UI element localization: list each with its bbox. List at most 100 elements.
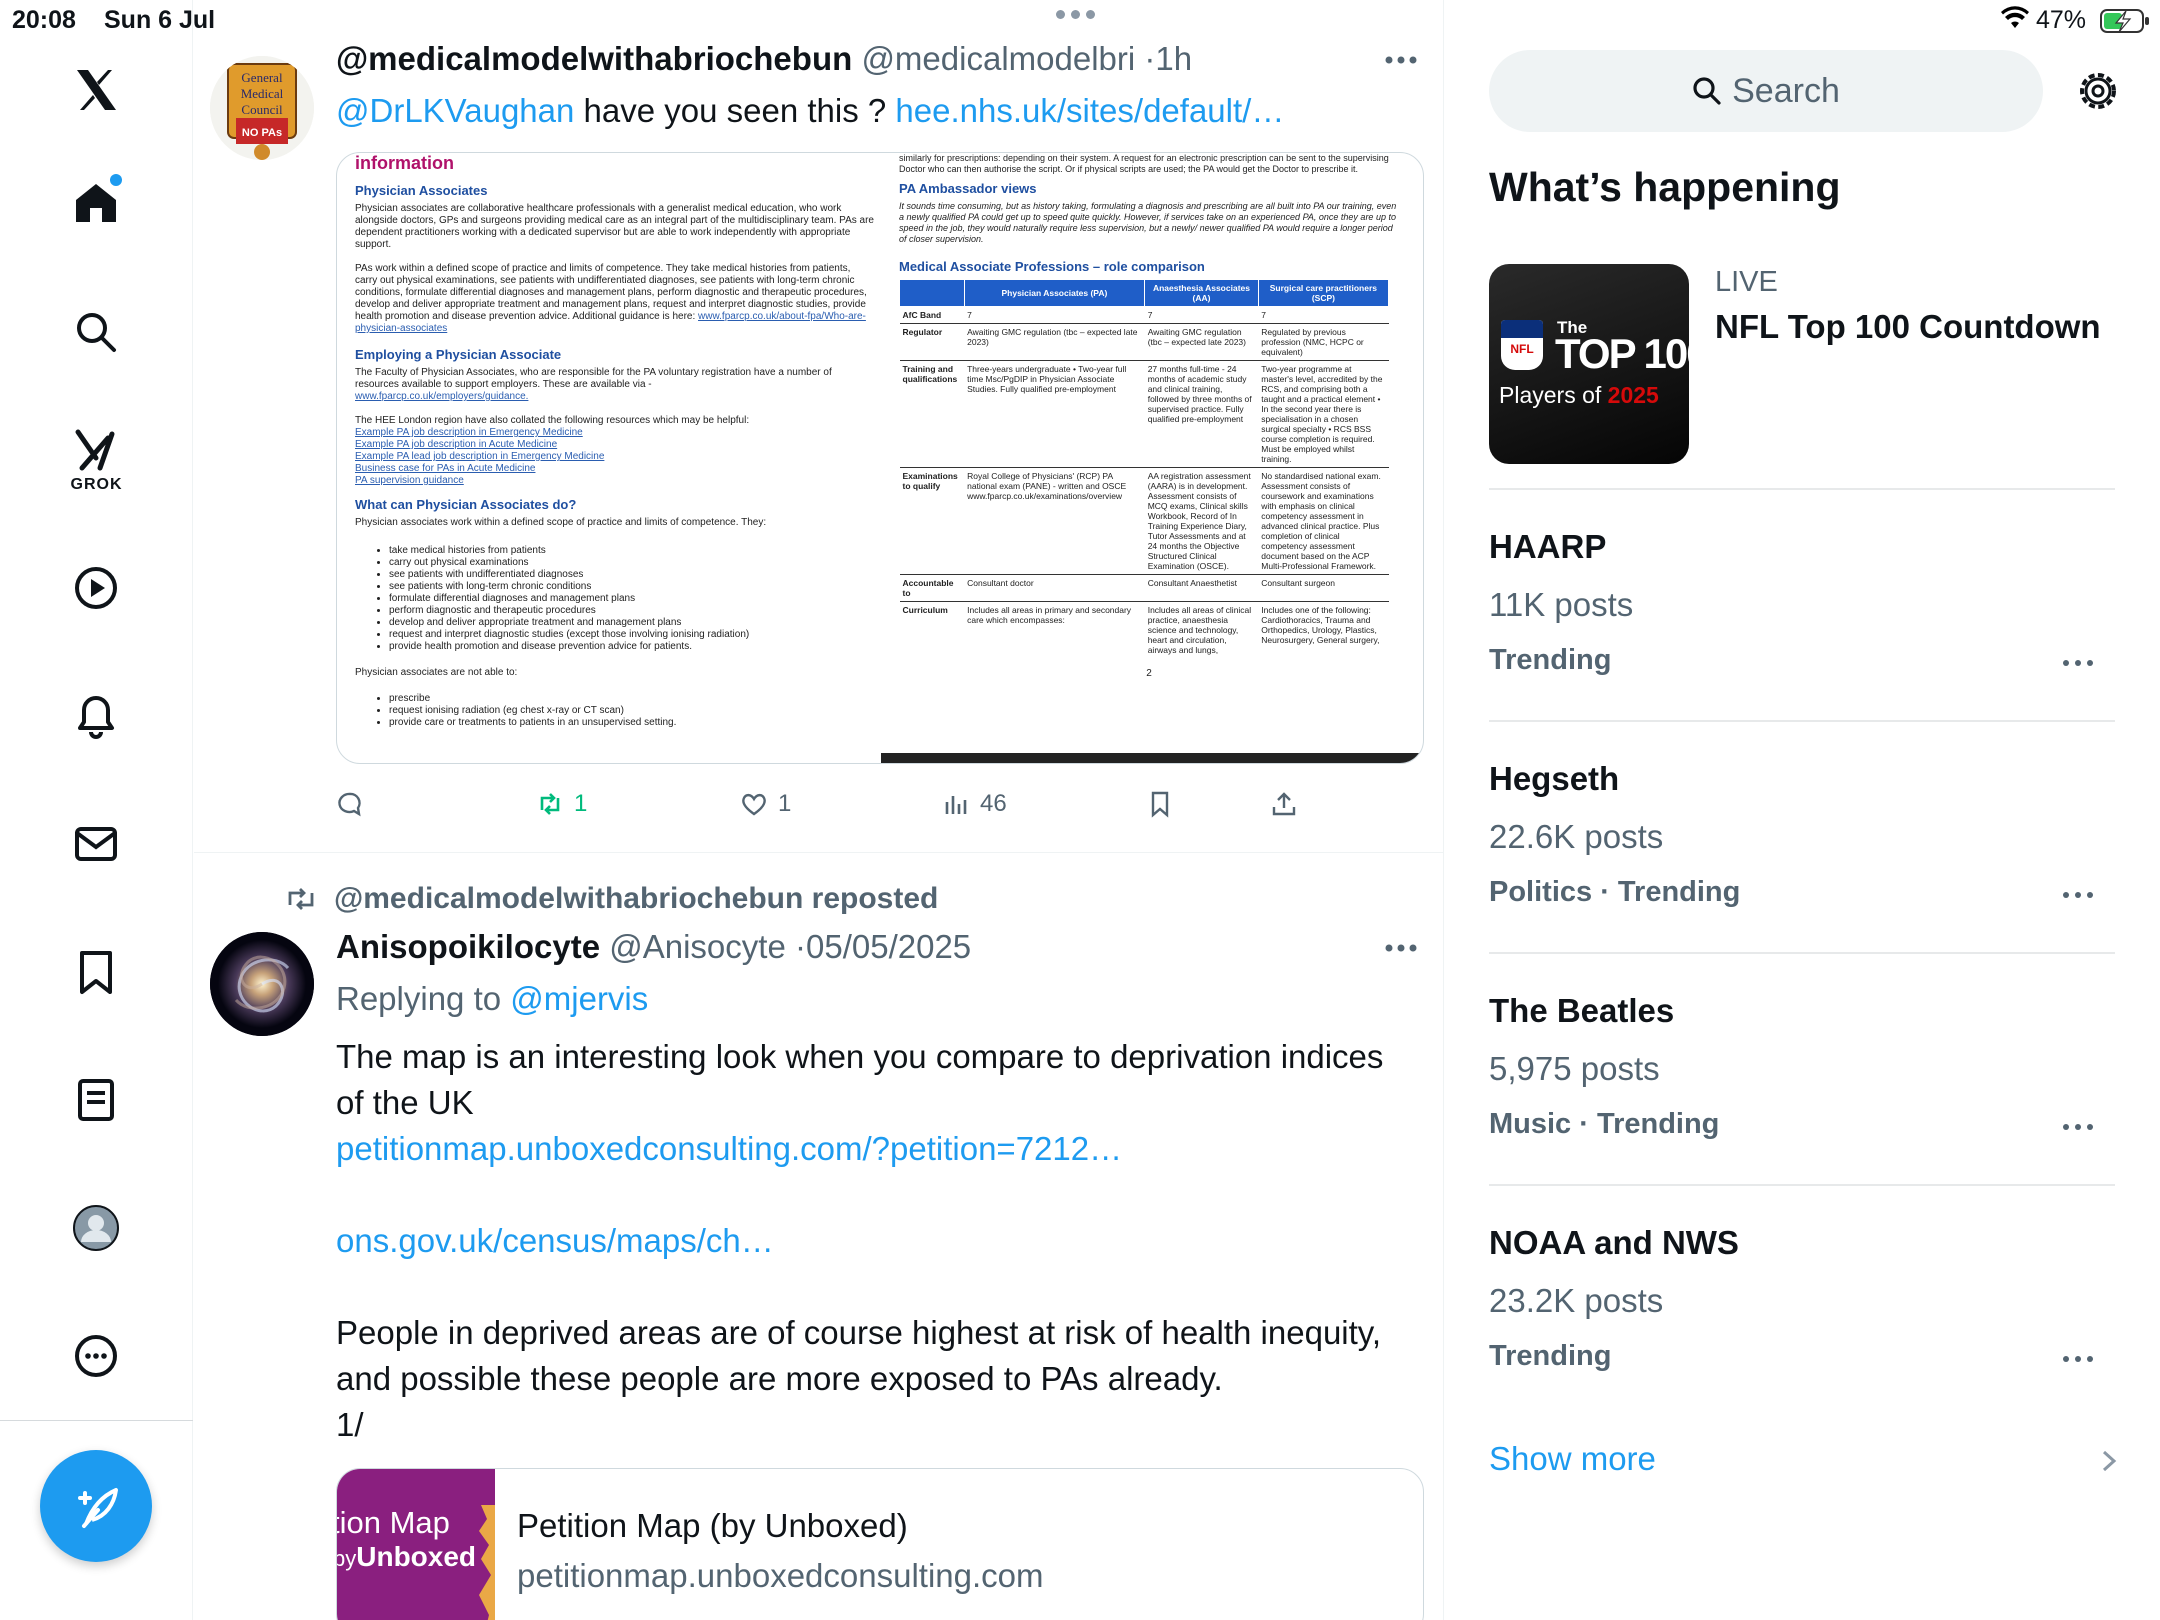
tweet-more-icon[interactable]: [1381, 938, 1421, 958]
thumb-year: 2025: [1607, 382, 1659, 408]
tweet-timestamp[interactable]: 05/05/2025: [806, 928, 971, 965]
trend-category: Trending: [1489, 644, 1612, 676]
doc-employ-p: The Faculty of Physician Associates, who…: [355, 367, 832, 390]
table-header-row: Physician Associates (PA) Anaesthesia As…: [899, 279, 1390, 307]
settings-gear-icon[interactable]: [2073, 66, 2123, 116]
trend-divider: [1489, 952, 2115, 954]
table-cell: Accountable to: [899, 574, 965, 602]
tweet-timestamp[interactable]: 1h: [1155, 40, 1192, 77]
search-icon[interactable]: [64, 300, 128, 364]
trend-post-count: 11K posts: [1489, 586, 1634, 623]
home-icon[interactable]: [64, 170, 128, 234]
link-card-title: Petition Map (by Unboxed): [517, 1507, 908, 1544]
tweet-more-icon[interactable]: [1381, 50, 1421, 70]
trend-post-count: 5,975 posts: [1489, 1050, 1660, 1087]
live-label: LIVE: [1715, 266, 1778, 298]
table-cell: Includes all areas in primary and second…: [964, 601, 1145, 658]
doc-top-heading: information: [355, 153, 454, 173]
compose-post-button[interactable]: [40, 1450, 152, 1562]
like-button[interactable]: 1: [740, 786, 791, 822]
search-placeholder: Search: [1732, 71, 1840, 110]
doc-hee-link: Example PA job description in Emergency …: [355, 427, 583, 438]
table-row: Curriculum Includes all areas in primary…: [899, 601, 1389, 658]
table-cell: Two-year programme at master's level, ac…: [1258, 360, 1389, 468]
tweet-text-line: and possible these people are more expos…: [336, 1360, 1223, 1397]
tweet-author-name[interactable]: Anisopoikilocyte: [336, 928, 600, 965]
user-avatar[interactable]: [210, 932, 314, 1036]
role-comparison-table: Physician Associates (PA) Anaesthesia As…: [899, 279, 1390, 658]
doc-list-item: take medical histories from patients: [389, 545, 875, 557]
doc-employ-link: www.fparcp.co.uk/employers/guidance.: [355, 391, 529, 402]
nfl-badge-text: NFL: [1510, 342, 1534, 356]
grok-icon[interactable]: [64, 420, 128, 484]
repost-button[interactable]: 1: [536, 786, 587, 822]
doc-cannot-intro: Physician associates are not able to:: [355, 667, 518, 678]
reply-button[interactable]: [336, 786, 364, 822]
table-cell: 7: [1144, 306, 1259, 324]
tweet-url-link[interactable]: petitionmap.unboxedconsulting.com/?petit…: [336, 1126, 1383, 1172]
bookmarks-icon[interactable]: [64, 940, 128, 1004]
live-event-thumbnail[interactable]: NFL The TOP 100 Players of 2025: [1489, 264, 1689, 464]
tweet-url-link[interactable]: ons.gov.uk/census/maps/ch…: [336, 1218, 1383, 1264]
table-cell: Regulated by previous profession (NMC, H…: [1258, 323, 1389, 361]
show-more-link[interactable]: Show more: [1489, 1440, 1656, 1478]
trend-more-icon[interactable]: [2061, 1352, 2095, 1366]
tweet-text-line: The map is an interesting look when you …: [336, 1038, 1384, 1075]
replying-to-mention[interactable]: @mjervis: [510, 980, 648, 1017]
table-cell: 7: [1258, 306, 1389, 324]
profile-avatar-icon[interactable]: [64, 1196, 128, 1260]
replying-to-line: Replying to @mjervis: [336, 976, 648, 1022]
doc-list-item: see patients with undifferentiated diagn…: [389, 569, 875, 581]
notifications-bell-icon[interactable]: [64, 684, 128, 748]
bookmark-button[interactable]: [1146, 786, 1174, 822]
tweet-image-document[interactable]: information Physician Associates Physici…: [336, 152, 1424, 764]
table-cell: Examinations to qualify: [899, 467, 965, 575]
doc-list-item: carry out physical examinations: [389, 557, 875, 569]
tweet-author-handle[interactable]: @medicalmodelbri: [861, 40, 1135, 77]
share-button[interactable]: [1270, 786, 1298, 822]
table-row: Accountable to Consultant doctor Consult…: [899, 574, 1389, 602]
table-cell: Includes one of the following: Cardiotho…: [1258, 601, 1389, 658]
user-avatar[interactable]: General Medical Council NO PAs: [210, 56, 314, 160]
doc-employ-heading: Employing a Physician Associate: [355, 347, 562, 362]
trend-more-icon[interactable]: [2061, 656, 2095, 670]
trend-name: The Beatles: [1489, 992, 1675, 1029]
repost-label[interactable]: @medicalmodelwithabriochebun reposted: [334, 882, 938, 916]
tweet-header-separator: ·: [794, 928, 806, 965]
messages-mail-icon[interactable]: [64, 812, 128, 876]
grok-label: GROK: [70, 476, 123, 493]
tweet-body-text: have you seen this ?: [574, 92, 896, 129]
doc-list-item: provide health promotion and disease pre…: [389, 641, 875, 653]
thumb-brand-prefix: by: [337, 1546, 357, 1571]
views-button[interactable]: 46: [942, 786, 1007, 822]
replying-prefix: Replying to: [336, 980, 511, 1017]
doc-can-do-list: take medical histories from patients car…: [389, 545, 875, 653]
trend-name: NOAA and NWS: [1489, 1224, 1739, 1261]
trend-more-icon[interactable]: [2061, 1120, 2095, 1134]
tweet-mention-link[interactable]: @DrLKVaughan: [336, 92, 574, 129]
doc-ambassador-text: It sounds time consuming, but as history…: [899, 201, 1397, 244]
search-input[interactable]: Search: [1489, 50, 2043, 132]
avatar-text-2: Medical: [241, 86, 284, 101]
more-options-icon[interactable]: [64, 1324, 128, 1388]
tweet-author-handle[interactable]: @Anisocyte: [609, 928, 786, 965]
lists-icon[interactable]: [64, 1068, 128, 1132]
link-preview-card[interactable]: tion Map byUnboxed Petition Map (by Unbo…: [336, 1468, 1424, 1620]
table-header: [899, 279, 965, 307]
reply-bubble-icon: [338, 792, 361, 817]
doc-pa-heading: Physician Associates: [355, 183, 488, 198]
table-cell: Consultant surgeon: [1258, 574, 1389, 602]
tweet-header: Anisopoikilocyte @Anisocyte ·05/05/2025: [336, 928, 971, 966]
tweet-header-separator: ·: [1144, 40, 1156, 77]
like-count: 1: [778, 790, 792, 817]
doc-hee-link: Business case for PAs in Acute Medicine: [355, 463, 536, 474]
tweet-url-link[interactable]: hee.nhs.uk/sites/default/…: [895, 92, 1284, 129]
live-event-title[interactable]: NFL Top 100 Countdown: [1715, 308, 2101, 346]
doc-hee-link: Example PA lead job description in Emerg…: [355, 451, 605, 462]
left-nav: GROK: [0, 0, 193, 1620]
tweet-author-name[interactable]: @medicalmodelwithabriochebun: [336, 40, 852, 77]
trend-more-icon[interactable]: [2061, 888, 2095, 902]
video-play-icon[interactable]: [64, 556, 128, 620]
x-logo-icon[interactable]: [64, 58, 128, 122]
document-right-column: similarly for prescriptions: depending o…: [899, 153, 1399, 680]
